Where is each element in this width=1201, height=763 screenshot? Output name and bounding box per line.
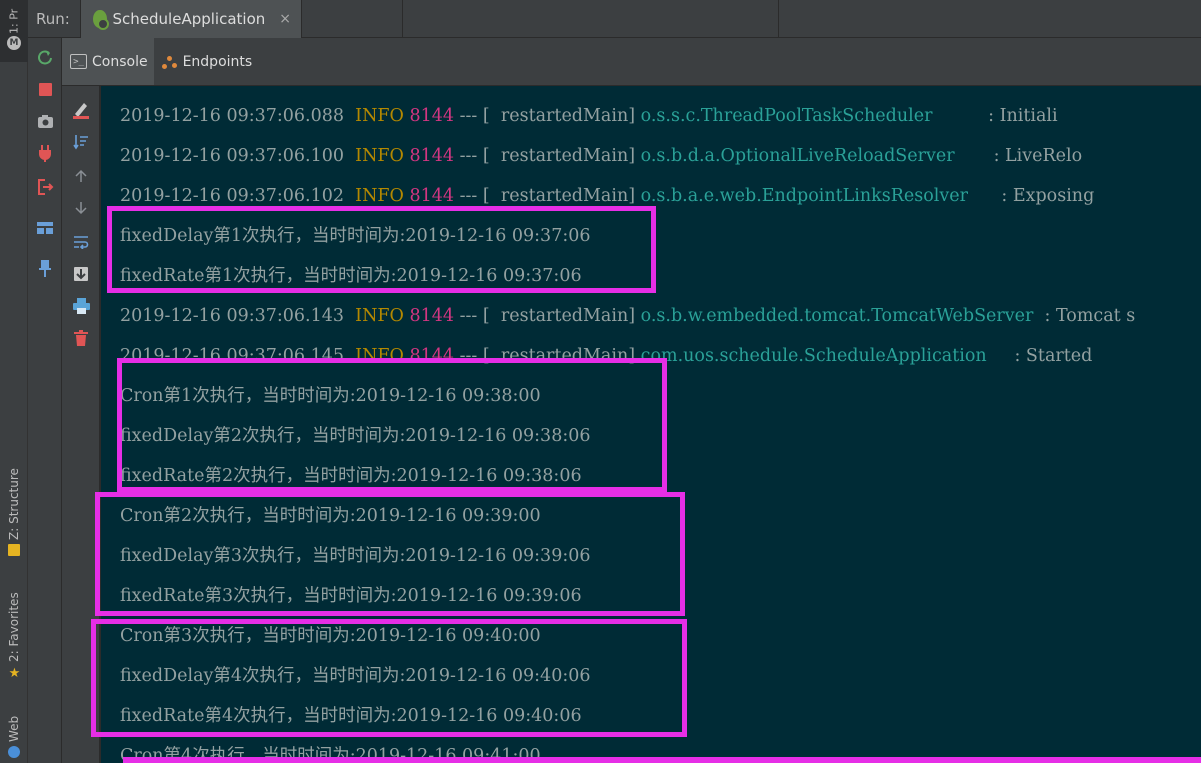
structure-icon	[8, 544, 20, 556]
highlight-box-run-1	[107, 206, 656, 293]
tab-endpoints[interactable]: Endpoints	[154, 38, 259, 85]
sort-icon[interactable]	[71, 132, 91, 152]
run-sub-tabs: >_ Console Endpoints	[62, 38, 1201, 86]
exit-icon[interactable]	[35, 177, 55, 197]
left-tool-strip: 1: Pr M Z: Structure ★ 2: Favorites Web	[0, 0, 28, 763]
run-tool-window-header: Run: ScheduleApplication ×	[28, 0, 1201, 38]
run-label: Run:	[36, 9, 70, 28]
endpoints-icon	[161, 54, 178, 70]
trash-icon[interactable]	[71, 328, 91, 348]
print-icon[interactable]	[71, 296, 91, 316]
structure-tab-label: Z: Structure	[7, 468, 21, 540]
stop-icon[interactable]	[35, 79, 55, 99]
layout-icon[interactable]	[35, 218, 55, 238]
globe-icon	[8, 746, 20, 758]
tab-console[interactable]: >_ Console	[62, 38, 154, 85]
maven-icon[interactable]: M	[7, 36, 21, 50]
web-tab-label: Web	[7, 715, 21, 742]
log-line: 2019-12-16 09:37:06.143 INFO 8144 --- [ …	[120, 306, 1136, 326]
web-tool-tab[interactable]: Web	[4, 704, 24, 758]
arrow-down-icon[interactable]	[71, 198, 91, 218]
log-line: 2019-12-16 09:37:06.088 INFO 8144 --- [ …	[120, 106, 1058, 126]
spring-boot-icon	[93, 9, 108, 30]
camera-icon[interactable]	[35, 111, 55, 131]
arrow-up-icon[interactable]	[71, 166, 91, 186]
highlight-box-run-4	[91, 619, 687, 737]
clear-pen-icon[interactable]	[71, 100, 91, 120]
tab-divider	[402, 0, 403, 38]
star-icon: ★	[7, 666, 22, 681]
project-tool-tab[interactable]: 1: Pr M	[0, 0, 28, 62]
tab-endpoints-label: Endpoints	[182, 53, 253, 70]
run-actions-toolbar	[28, 38, 62, 763]
log-line: 2019-12-16 09:37:06.100 INFO 8144 --- [ …	[120, 146, 1083, 166]
console-icon: >_	[70, 54, 87, 69]
highlight-box-run-2	[117, 358, 667, 492]
plug-icon[interactable]	[35, 143, 55, 163]
rerun-icon[interactable]	[35, 47, 55, 67]
favorites-tool-tab[interactable]: ★ 2: Favorites	[4, 586, 24, 681]
highlight-box-run-3	[95, 492, 685, 616]
favorites-tab-label: 2: Favorites	[7, 592, 21, 662]
soft-wrap-icon[interactable]	[71, 232, 91, 252]
pin-icon[interactable]	[35, 258, 55, 278]
tab-console-label: Console	[92, 53, 148, 70]
run-tab-schedule-application[interactable]: ScheduleApplication ×	[80, 0, 302, 38]
structure-tool-tab[interactable]: Z: Structure	[4, 460, 24, 556]
run-tab-title: ScheduleApplication	[112, 9, 266, 28]
close-icon[interactable]: ×	[279, 11, 291, 27]
highlight-box-run-5	[123, 757, 1201, 763]
tab-divider	[778, 0, 779, 38]
project-tab-label[interactable]: 1: Pr	[4, 0, 24, 34]
scroll-to-end-icon[interactable]	[71, 264, 91, 284]
